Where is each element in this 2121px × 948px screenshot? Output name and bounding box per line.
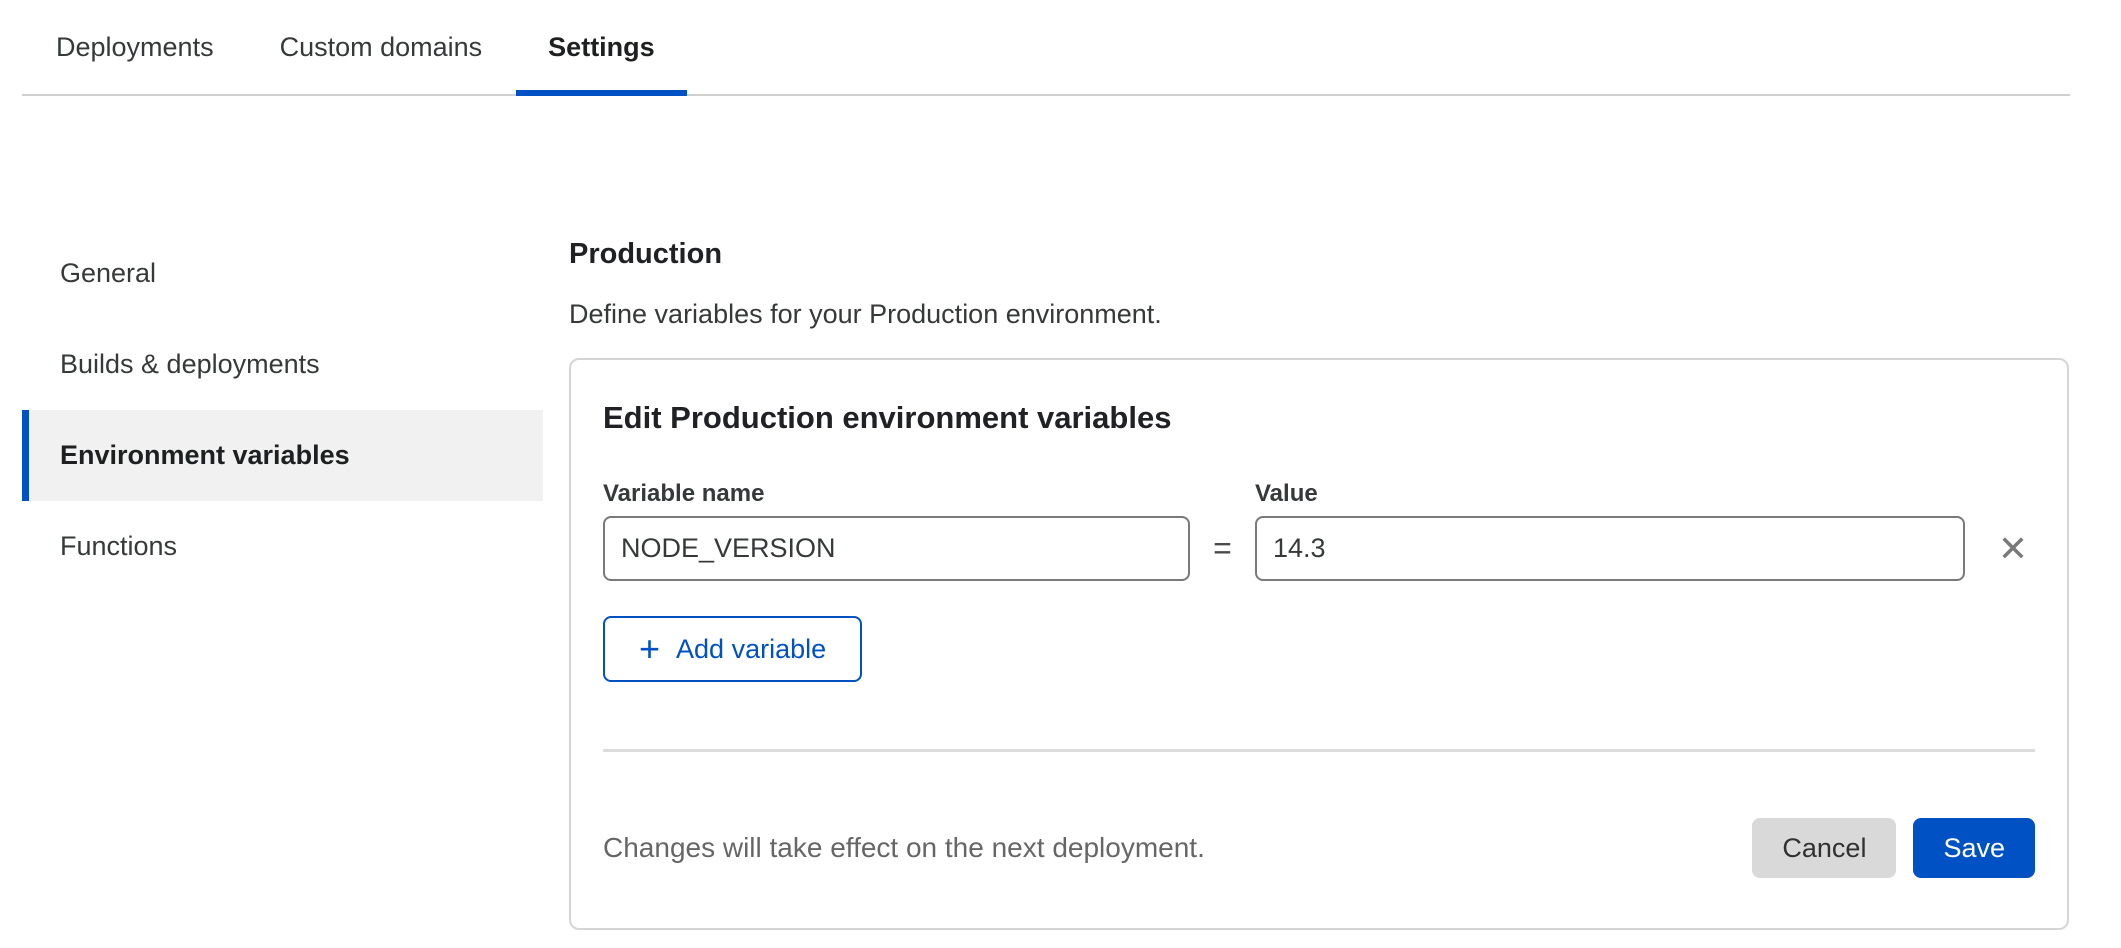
main-content: Production Define variables for your Pro… xyxy=(569,230,2069,930)
variable-name-label: Variable name xyxy=(603,480,764,507)
active-tab-underline xyxy=(516,90,687,96)
card-divider xyxy=(603,749,2035,752)
plus-icon: + xyxy=(639,631,660,667)
close-icon: ✕ xyxy=(1998,528,2028,569)
page-description: Define variables for your Production env… xyxy=(569,299,2069,330)
sidebar-item-label: General xyxy=(60,258,156,289)
footer-note: Changes will take effect on the next dep… xyxy=(603,832,1205,864)
tab-deployments[interactable]: Deployments xyxy=(24,0,246,94)
variable-value-input[interactable] xyxy=(1255,516,1965,581)
equals-sign: = xyxy=(1190,530,1255,567)
tab-label: Settings xyxy=(548,32,655,63)
add-variable-label: Add variable xyxy=(676,634,826,665)
cancel-button[interactable]: Cancel xyxy=(1752,818,1896,878)
sidebar-item-environment-variables[interactable]: Environment variables xyxy=(22,410,543,501)
card-heading: Edit Production environment variables xyxy=(603,400,2035,436)
sidebar-item-label: Builds & deployments xyxy=(60,349,320,380)
save-button[interactable]: Save xyxy=(1913,818,2035,878)
project-tab-bar: Deployments Custom domains Settings xyxy=(22,0,2070,96)
tab-settings[interactable]: Settings xyxy=(516,0,687,94)
add-variable-button[interactable]: + Add variable xyxy=(603,616,862,682)
page-title: Production xyxy=(569,238,2069,271)
tab-label: Custom domains xyxy=(280,32,483,63)
tab-custom-domains[interactable]: Custom domains xyxy=(248,0,515,94)
sidebar-item-functions[interactable]: Functions xyxy=(22,501,543,592)
footer-actions: Cancel Save xyxy=(1752,818,2035,878)
variable-row: = ✕ xyxy=(603,516,2035,581)
tab-label: Deployments xyxy=(56,32,214,63)
remove-variable-button[interactable]: ✕ xyxy=(1991,527,2035,571)
sidebar-item-label: Functions xyxy=(60,531,177,562)
sidebar-item-builds-deployments[interactable]: Builds & deployments xyxy=(22,319,543,410)
value-label: Value xyxy=(1255,480,1318,508)
sidebar-item-general[interactable]: General xyxy=(22,228,543,319)
field-labels-row: Variable name Value xyxy=(603,480,2035,508)
environment-variables-card: Edit Production environment variables Va… xyxy=(569,358,2069,930)
settings-sidenav: General Builds & deployments Environment… xyxy=(22,228,543,592)
card-footer: Changes will take effect on the next dep… xyxy=(603,818,2035,878)
variable-name-input[interactable] xyxy=(603,516,1190,581)
sidebar-item-label: Environment variables xyxy=(60,440,350,471)
